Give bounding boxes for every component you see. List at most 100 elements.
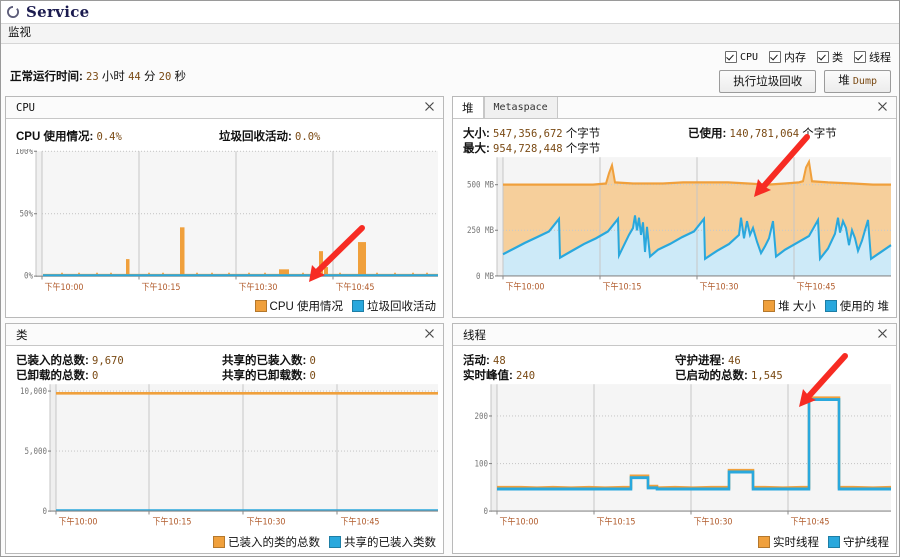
legend-label-threads-daemon: 守护线程 [843, 537, 889, 549]
classes-loaded-label: 已装入的总数: [16, 355, 89, 367]
checkbox-cpu-label: CPU [739, 51, 758, 63]
heap-max-value: 954,728,448 [493, 143, 563, 155]
heap-chart-svg: 500 MB 250 MB 0 MB 下午10:00 下午10:15 下午10:30 下… [467, 157, 892, 293]
svg-text:100: 100 [474, 459, 488, 469]
heap-chart[interactable]: 500 MB 250 MB 0 MB 下午10:00 下午10:15 下午10:30 下… [453, 134, 896, 317]
svg-text:下午10:15: 下午10:15 [597, 515, 636, 528]
uptime-hours: 23 [86, 71, 99, 83]
legend-label-classes-loaded: 已装入的类的总数 [228, 537, 320, 549]
panel-classes-close-icon[interactable] [423, 327, 436, 340]
svg-text:5,000: 5,000 [24, 446, 47, 456]
uptime-minutes-unit: 分 [143, 71, 156, 83]
legend-swatch-heap-used [824, 300, 837, 312]
panel-threads-close-icon[interactable] [876, 327, 889, 340]
uptime-row: 正常运行时间: 23 小时 44 分 20 秒 [10, 68, 186, 84]
panel-cpu-header: CPU [6, 97, 443, 119]
legend-gc-activity[interactable]: 垃圾回收活动 [352, 298, 436, 314]
panel-grid: CPU CPU 使用情况: 0.4% 垃圾回收活动: 0.0% 100% 50%… [5, 96, 897, 554]
threads-chart-svg: 200 100 0 下午10:00 下午10:15 下午10:30 下午10:45 [474, 384, 892, 528]
legend-heap-size[interactable]: 堆 大小 [763, 298, 816, 314]
cpu-chart[interactable]: 100% 50% 0% 下午10:00 下午10:15 下午10:30 下午10… [6, 149, 443, 317]
legend-swatch-classes-loaded [213, 536, 225, 548]
checkbox-memory[interactable]: 内存 [769, 49, 806, 65]
cpu-chart-svg: 100% 50% 0% 下午10:00 下午10:15 下午10:30 下午10:4… [15, 149, 438, 293]
cpu-chart-legend: CPU 使用情况 垃圾回收活动 [254, 298, 436, 314]
threads-daemon-value: 46 [728, 355, 741, 367]
legend-classes-shared[interactable]: 共享的已装入类数 [329, 534, 436, 550]
tab-heap[interactable]: 堆 [453, 97, 484, 118]
svg-text:下午10:45: 下午10:45 [791, 515, 830, 528]
svg-text:下午10:30: 下午10:30 [247, 515, 286, 528]
legend-label-heap-size: 堆 大小 [778, 301, 816, 313]
legend-swatch-threads-daemon [828, 536, 840, 548]
legend-swatch-classes-shared [329, 536, 341, 548]
legend-swatch-heap-size [763, 300, 776, 312]
gc-activity-label: 垃圾回收活动: [219, 131, 292, 143]
checkbox-threads-box[interactable] [854, 51, 866, 63]
panel-cpu: CPU CPU 使用情况: 0.4% 垃圾回收活动: 0.0% 100% 50%… [5, 96, 444, 318]
checkbox-memory-box[interactable] [769, 51, 781, 63]
heap-chart-legend: 堆 大小 使用的 堆 [763, 298, 889, 314]
panel-heap: 堆 Metaspace 大小: 547,356,672 个字节 最大: 954,… [452, 96, 897, 318]
svg-text:100%: 100% [15, 149, 33, 156]
svg-text:0 MB: 0 MB [476, 271, 494, 281]
checkbox-classes[interactable]: 类 [817, 49, 843, 65]
svg-text:下午10:00: 下午10:00 [505, 280, 544, 293]
threads-chart-legend: 实时线程 守护线程 [758, 534, 889, 550]
legend-classes-loaded[interactable]: 已装入的类的总数 [213, 534, 320, 550]
svg-text:下午10:30: 下午10:30 [699, 280, 738, 293]
window-titlebar: Service [1, 1, 899, 23]
window-title: Service [26, 3, 90, 21]
cpu-usage-label: CPU 使用情况: [16, 131, 94, 143]
svg-text:下午10:30: 下午10:30 [694, 515, 733, 528]
classes-chart[interactable]: 10,000 5,000 0 下午10:00 下午10:15 下午10:30 下午10:… [6, 382, 443, 553]
menu-bar: 监视 [1, 23, 899, 44]
threads-peak-label: 实时峰值: [463, 370, 513, 382]
panel-threads-header: 线程 [453, 324, 896, 346]
panel-classes-header: 类 [6, 324, 443, 346]
panel-heap-header: 堆 Metaspace [453, 97, 896, 119]
threads-chart[interactable]: 200 100 0 下午10:00 下午10:15 下午10:30 下午10:45 [453, 353, 896, 553]
service-circle-icon [7, 6, 19, 18]
svg-text:下午10:30: 下午10:30 [238, 280, 277, 293]
legend-threads-daemon[interactable]: 守护线程 [828, 534, 889, 550]
classes-unloaded-label: 已卸载的总数: [16, 370, 89, 382]
legend-label-heap-used: 使用的 堆 [839, 301, 889, 313]
panel-classes-title: 类 [16, 329, 28, 342]
threads-total-started-label: 已启动的总数: [675, 370, 748, 382]
legend-swatch-cpu-usage [254, 300, 267, 312]
legend-cpu-usage[interactable]: CPU 使用情况 [254, 298, 343, 314]
classes-unloaded-value: 0 [92, 370, 99, 382]
panel-cpu-stats: CPU 使用情况: 0.4% 垃圾回收活动: 0.0% [6, 119, 443, 149]
checkbox-threads-label: 线程 [869, 52, 891, 64]
svg-text:下午10:15: 下午10:15 [141, 280, 180, 293]
legend-label-threads-live: 实时线程 [773, 537, 819, 549]
checkbox-threads[interactable]: 线程 [854, 49, 891, 65]
svg-text:0%: 0% [24, 271, 33, 281]
legend-threads-live[interactable]: 实时线程 [758, 534, 819, 550]
menu-item-monitor[interactable]: 监视 [1, 24, 38, 43]
perform-gc-button[interactable]: 执行垃圾回收 [719, 70, 817, 93]
panel-cpu-title: CPU [16, 101, 35, 114]
panel-heap-stats: 大小: 547,356,672 个字节 最大: 954,728,448 个字节 … [453, 119, 896, 155]
panel-threads-stats: 活动: 48 实时峰值: 240 守护进程: 46 已启动的总数: 1,545 [453, 346, 896, 382]
checkbox-cpu[interactable]: CPU [724, 51, 758, 63]
heap-size-unit: 个字节 [565, 128, 601, 140]
svg-text:50%: 50% [19, 209, 33, 219]
svg-text:下午10:00: 下午10:00 [44, 280, 83, 293]
threads-live-label: 活动: [463, 355, 490, 367]
svg-text:0: 0 [483, 507, 488, 517]
legend-heap-used[interactable]: 使用的 堆 [824, 298, 889, 314]
top-strip: CPU 内存 类 线程 正常运行时间: 23 小时 44 分 20 秒 执行垃圾… [1, 44, 899, 96]
svg-text:下午10:15: 下午10:15 [602, 280, 641, 293]
uptime-minutes: 44 [128, 71, 141, 83]
heap-dump-button[interactable]: 堆 Dump [824, 70, 891, 93]
svg-text:下午10:00: 下午10:00 [500, 515, 539, 528]
tab-metaspace[interactable]: Metaspace [483, 97, 558, 118]
svg-text:250 MB: 250 MB [467, 226, 494, 236]
panel-heap-close-icon[interactable] [876, 100, 889, 113]
checkbox-classes-box[interactable] [817, 51, 829, 63]
svg-text:下午10:45: 下午10:45 [796, 280, 835, 293]
panel-cpu-close-icon[interactable] [423, 100, 436, 113]
checkbox-cpu-box[interactable] [724, 51, 737, 63]
